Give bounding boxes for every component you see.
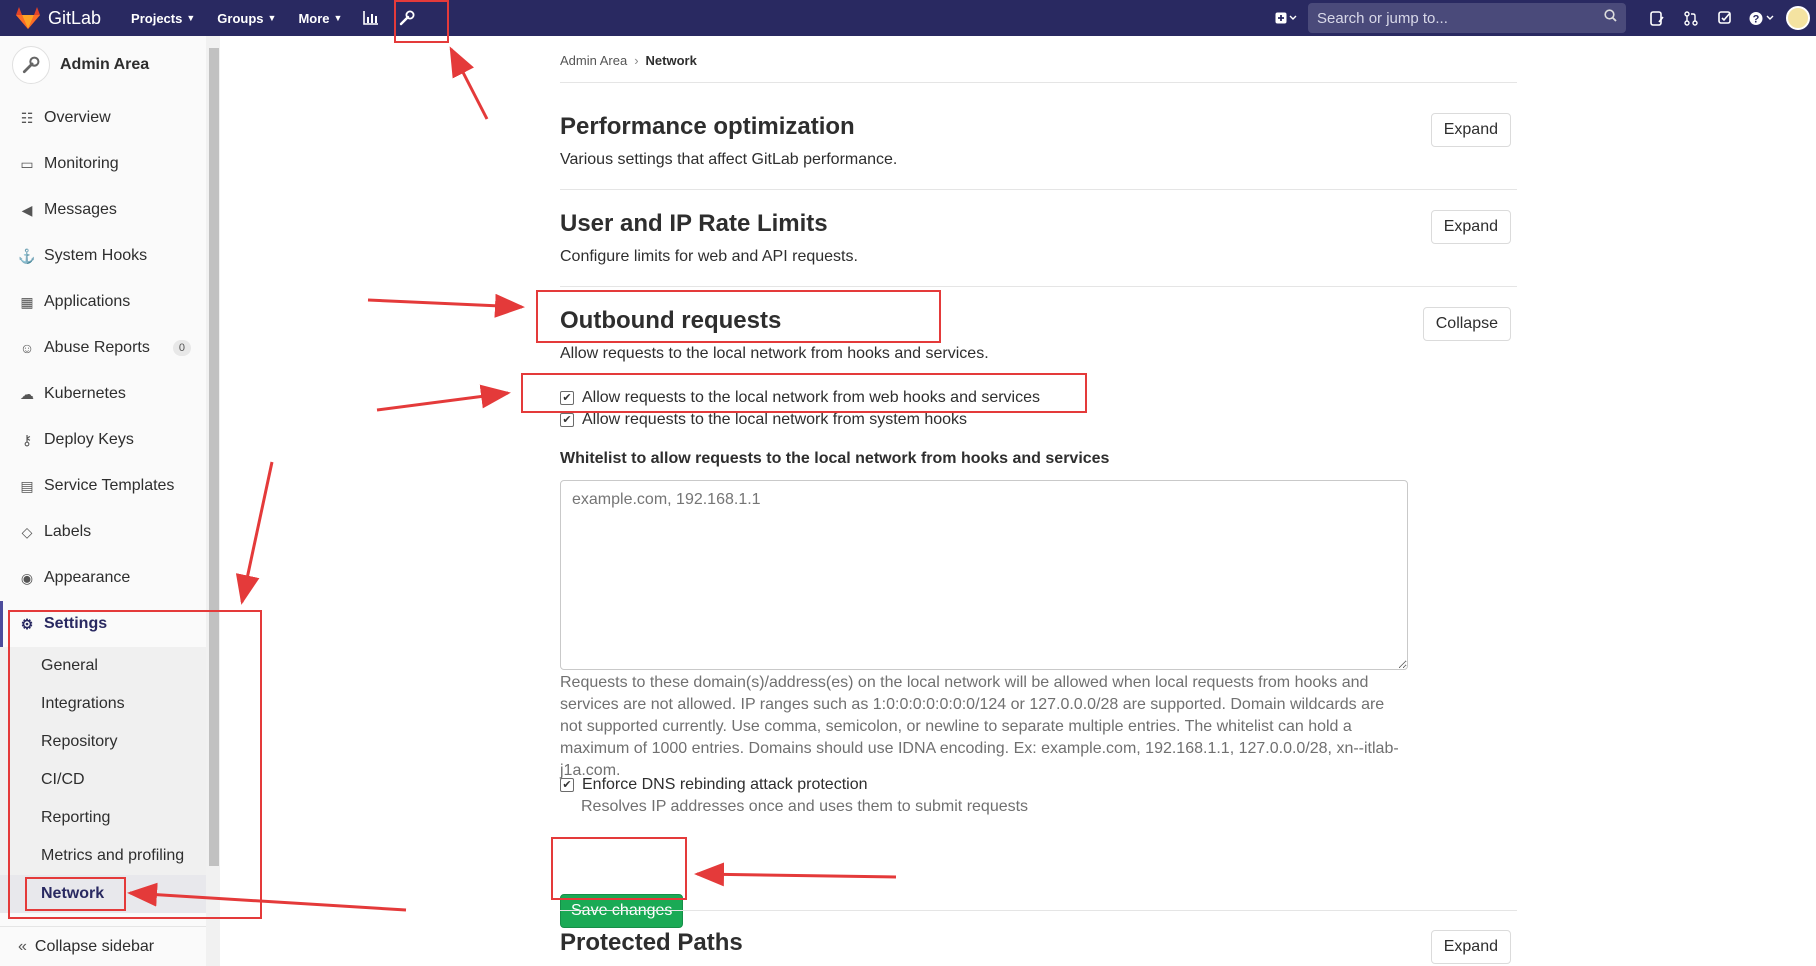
allow-system-hooks-row[interactable]: ✔ Allow requests to the local network fr…: [560, 411, 967, 429]
allow-web-hooks-label[interactable]: Allow requests to the local network from…: [582, 389, 1040, 407]
user-avatar[interactable]: [1786, 6, 1810, 30]
wrench-icon: [12, 46, 50, 84]
sidebar-item-kubernetes[interactable]: ☁ Kubernetes: [0, 371, 206, 417]
save-changes-button[interactable]: Save changes: [560, 894, 684, 928]
rate-limits-title: User and IP Rate Limits: [560, 210, 828, 237]
dns-rebinding-help: Resolves IP addresses once and uses them…: [581, 798, 1029, 815]
dns-rebinding-checkbox[interactable]: ✔: [560, 778, 574, 792]
new-item-icon[interactable]: [1264, 0, 1308, 36]
settings-sub-metrics[interactable]: Metrics and profiling: [0, 837, 206, 875]
performance-desc: Various settings that affect GitLab perf…: [560, 151, 898, 168]
sidebar-item-overview[interactable]: ☷ Overview: [0, 95, 206, 141]
sidebar-item-monitoring[interactable]: ▭ Monitoring: [0, 141, 206, 187]
allow-system-hooks-checkbox[interactable]: ✔: [560, 413, 574, 427]
sidebar-item-labels[interactable]: ◇ Labels: [0, 509, 206, 555]
highlight-save-button: [551, 837, 687, 900]
top-navbar: GitLab Projects▼ Groups▼ More▼ ?: [0, 0, 1816, 36]
rate-limits-expand-button[interactable]: Expand: [1430, 210, 1511, 244]
divider: [560, 286, 1517, 287]
gear-icon: ⚙: [20, 615, 34, 632]
settings-sub-general[interactable]: General: [0, 647, 206, 685]
sidebar-item-deploy-keys[interactable]: ⚷ Deploy Keys: [0, 417, 206, 463]
issues-icon[interactable]: [1640, 0, 1674, 36]
divider: [560, 910, 1517, 911]
svg-text:?: ?: [1753, 13, 1760, 25]
allow-web-hooks-checkbox[interactable]: ✔: [560, 391, 574, 405]
performance-expand-button[interactable]: Expand: [1430, 113, 1511, 147]
merge-requests-icon[interactable]: [1674, 0, 1708, 36]
template-icon: ▤: [20, 477, 34, 494]
sidebar-item-settings[interactable]: ⚙ Settings: [0, 601, 206, 647]
chevron-down-icon: ▼: [186, 13, 196, 23]
admin-sidebar: Admin Area ☷ Overview ▭ Monitoring ◀ Messag…: [0, 36, 220, 966]
breadcrumb-admin-area[interactable]: Admin Area: [560, 53, 627, 68]
gitlab-logo[interactable]: GitLab: [15, 0, 101, 36]
nav-more[interactable]: More ▼: [298, 11, 342, 26]
monitor-icon: ▭: [20, 155, 34, 172]
nav-projects[interactable]: Projects ▼: [131, 11, 195, 26]
brand-name: GitLab: [48, 7, 102, 28]
settings-sub-network[interactable]: Network: [0, 875, 206, 913]
sidebar-item-applications[interactable]: ▦ Applications: [0, 279, 206, 325]
performance-title: Performance optimization: [560, 113, 855, 140]
activity-chart-icon[interactable]: [354, 0, 388, 36]
search-box[interactable]: [1308, 3, 1626, 33]
scrollbar-thumb[interactable]: [209, 48, 219, 866]
protected-paths-expand-button[interactable]: Expand: [1430, 930, 1511, 964]
sidebar-title: Admin Area: [60, 56, 150, 73]
todos-icon[interactable]: [1708, 0, 1742, 36]
sidebar-item-messages[interactable]: ◀ Messages: [0, 187, 206, 233]
settings-sub-cicd[interactable]: CI/CD: [0, 761, 206, 799]
cloud-icon: ☁: [20, 385, 34, 402]
allow-system-hooks-label[interactable]: Allow requests to the local network from…: [582, 411, 967, 429]
sidebar-item-appearance[interactable]: ◉ Appearance: [0, 555, 206, 601]
chevron-right-icon: ›: [634, 53, 639, 68]
chevron-down-icon: ▼: [267, 13, 277, 23]
hook-icon: ⚓: [18, 247, 36, 264]
settings-sub-reporting[interactable]: Reporting: [0, 799, 206, 837]
breadcrumb-network[interactable]: Network: [646, 53, 697, 68]
sidebar-header[interactable]: Admin Area: [0, 36, 219, 94]
sidebar-scrollbar[interactable]: [206, 36, 220, 966]
dns-rebinding-row[interactable]: ✔ Enforce DNS rebinding attack protectio…: [560, 776, 867, 794]
outbound-requests-desc: Allow requests to the local network from…: [560, 345, 989, 362]
rate-limits-desc: Configure limits for web and API request…: [560, 248, 858, 265]
dns-rebinding-label[interactable]: Enforce DNS rebinding attack protection: [582, 776, 867, 794]
divider: [560, 82, 1517, 83]
chevron-down-icon: ▼: [333, 13, 343, 23]
overview-icon: ☷: [20, 109, 34, 126]
gitlab-fox-icon: [16, 7, 40, 29]
divider: [560, 189, 1517, 190]
settings-sub-integrations[interactable]: Integrations: [0, 685, 206, 723]
protected-paths-title: Protected Paths: [560, 929, 743, 956]
sidebar-item-service-templates[interactable]: ▤ Service Templates: [0, 463, 206, 509]
breadcrumb: Admin Area › Network: [560, 53, 697, 68]
admin-wrench-icon[interactable]: [390, 0, 424, 36]
nav-groups[interactable]: Groups ▼: [217, 11, 276, 26]
applications-icon: ▦: [20, 293, 34, 310]
key-icon: ⚷: [21, 431, 33, 448]
palette-icon: ◉: [20, 569, 34, 586]
help-icon[interactable]: ?: [1742, 0, 1782, 36]
sidebar-item-abuse-reports[interactable]: ☺ Abuse Reports 0: [0, 325, 206, 371]
outbound-requests-title: Outbound requests: [560, 307, 782, 334]
search-icon[interactable]: [1604, 9, 1617, 27]
search-input[interactable]: [1317, 9, 1604, 27]
outbound-collapse-button[interactable]: Collapse: [1422, 307, 1511, 341]
label-icon: ◇: [21, 523, 33, 540]
smiley-icon: ☺: [19, 340, 35, 356]
whitelist-label: Whitelist to allow requests to the local…: [560, 450, 1110, 467]
settings-sub-repository[interactable]: Repository: [0, 723, 206, 761]
sidebar-item-system-hooks[interactable]: ⚓ System Hooks: [0, 233, 206, 279]
double-chevron-left-icon: «: [18, 937, 27, 955]
whitelist-help-text: Requests to these domain(s)/address(es) …: [560, 674, 1399, 779]
abuse-count-badge: 0: [172, 340, 191, 356]
megaphone-icon: ◀: [21, 201, 33, 218]
allow-web-hooks-row[interactable]: ✔ Allow requests to the local network fr…: [560, 389, 1040, 407]
whitelist-textarea[interactable]: [560, 480, 1408, 670]
collapse-sidebar-button[interactable]: «Collapse sidebar: [0, 926, 206, 966]
